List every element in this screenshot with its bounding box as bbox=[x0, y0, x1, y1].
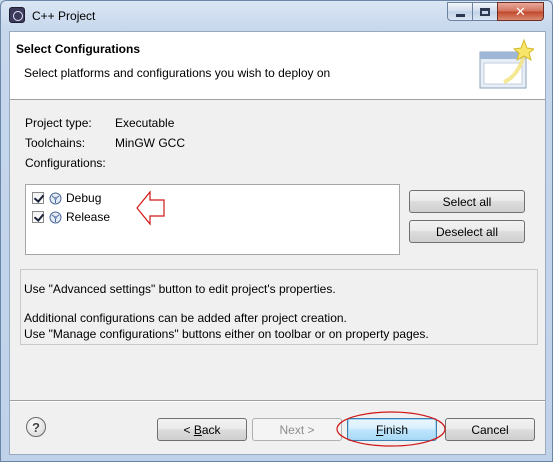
dialog-window: C++ Project ✕ Select Configurations Sele… bbox=[0, 0, 553, 462]
window-title: C++ Project bbox=[32, 9, 96, 23]
wizard-header: Select Configurations Select platforms a… bbox=[10, 32, 545, 100]
deselect-all-button[interactable]: Deselect all bbox=[409, 220, 525, 243]
project-type-value: Executable bbox=[115, 116, 175, 130]
footer-separator bbox=[10, 400, 545, 402]
finish-button[interactable]: Finish bbox=[347, 418, 437, 441]
dialog-client-area: Select Configurations Select platforms a… bbox=[9, 31, 546, 455]
debug-label: Debug bbox=[66, 191, 102, 205]
wizard-graphic-icon bbox=[479, 38, 534, 89]
back-prefix: < bbox=[183, 422, 194, 437]
maximize-icon bbox=[480, 7, 490, 16]
release-label: Release bbox=[66, 210, 111, 224]
maximize-button[interactable] bbox=[472, 2, 498, 21]
finish-label: inish bbox=[383, 422, 409, 437]
debug-checkbox[interactable] bbox=[32, 192, 44, 204]
configurations-label: Configurations: bbox=[25, 156, 106, 170]
toolchains-label: Toolchains: bbox=[25, 136, 86, 150]
close-icon: ✕ bbox=[515, 3, 526, 19]
configurations-list[interactable]: Debug Release bbox=[25, 184, 400, 255]
hint-panel: Use "Advanced settings" button to edit p… bbox=[20, 269, 538, 345]
next-button[interactable]: Next > bbox=[252, 418, 342, 441]
gear-icon bbox=[49, 211, 62, 223]
project-type-label: Project type: bbox=[25, 116, 92, 130]
eclipse-cdt-icon bbox=[9, 7, 25, 23]
back-label: ack bbox=[201, 422, 221, 437]
finish-mnemonic: F bbox=[375, 422, 384, 437]
release-checkbox[interactable] bbox=[32, 211, 44, 223]
title-bar[interactable]: C++ Project ✕ bbox=[1, 1, 552, 31]
help-icon: ? bbox=[32, 419, 40, 435]
back-button[interactable]: < Back bbox=[157, 418, 247, 441]
gear-icon bbox=[49, 192, 62, 204]
close-button[interactable]: ✕ bbox=[497, 2, 544, 21]
select-all-button[interactable]: Select all bbox=[409, 190, 525, 213]
hint-advanced-settings: Use "Advanced settings" button to edit p… bbox=[24, 282, 336, 296]
toolchains-value: MinGW GCC bbox=[115, 136, 185, 150]
hint-additional-configs: Additional configurations can be added a… bbox=[24, 311, 347, 325]
list-item[interactable]: Release bbox=[32, 209, 110, 225]
minimize-button[interactable] bbox=[447, 2, 473, 21]
page-title: Select Configurations bbox=[16, 42, 141, 56]
minimize-icon bbox=[455, 13, 465, 17]
back-mnemonic: B bbox=[193, 422, 202, 437]
help-button[interactable]: ? bbox=[26, 417, 46, 437]
page-subtitle: Select platforms and configurations you … bbox=[24, 66, 331, 80]
list-item[interactable]: Debug bbox=[32, 190, 101, 206]
cancel-button[interactable]: Cancel bbox=[445, 418, 535, 441]
hint-manage-configs: Use "Manage configurations" buttons eith… bbox=[24, 327, 429, 341]
